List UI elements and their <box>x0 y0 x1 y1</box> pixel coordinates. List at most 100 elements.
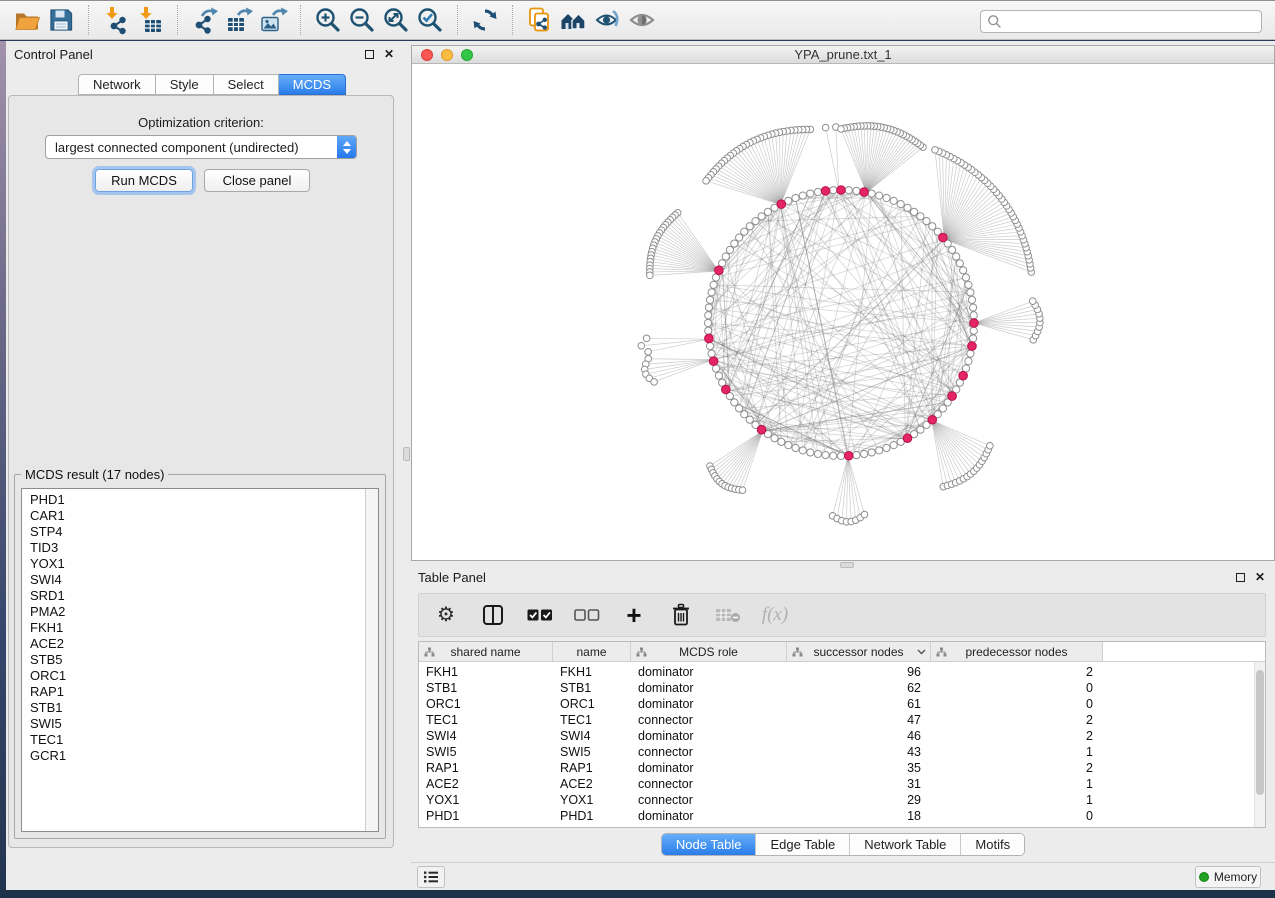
ring-node[interactable] <box>853 452 860 459</box>
mcds-node[interactable] <box>705 334 714 343</box>
ring-node[interactable] <box>904 204 911 211</box>
ring-node[interactable] <box>949 246 956 253</box>
ring-node[interactable] <box>965 358 972 365</box>
mcds-node[interactable] <box>821 187 830 196</box>
search-input[interactable] <box>1002 13 1261 31</box>
leaf-node[interactable] <box>647 272 654 279</box>
ring-node[interactable] <box>799 447 806 454</box>
result-list-item[interactable]: RAP1 <box>22 684 378 700</box>
cell-predecessor_nodes[interactable]: 2 <box>931 761 1103 775</box>
result-list-item[interactable]: CAR1 <box>22 508 378 524</box>
ring-node[interactable] <box>726 246 733 253</box>
ring-node[interactable] <box>704 319 711 326</box>
mcds-node[interactable] <box>959 371 968 380</box>
cell-predecessor_nodes[interactable]: 1 <box>931 793 1103 807</box>
mcds-node[interactable] <box>928 415 937 424</box>
table-row[interactable]: SWI4SWI4dominator462 <box>419 728 1265 744</box>
cell-mcds_role[interactable]: connector <box>631 777 787 791</box>
mcds-node[interactable] <box>939 233 948 242</box>
ring-node[interactable] <box>830 187 837 194</box>
close-panel-icon[interactable]: ✕ <box>384 50 394 59</box>
ring-node[interactable] <box>837 452 844 459</box>
ring-node[interactable] <box>785 442 792 449</box>
leaf-node[interactable] <box>651 379 658 386</box>
result-list-item[interactable]: PMA2 <box>22 604 378 620</box>
cell-shared_name[interactable]: SWI5 <box>419 745 553 759</box>
ring-node[interactable] <box>705 312 712 319</box>
result-list-item[interactable]: PHD1 <box>22 492 378 508</box>
ring-node[interactable] <box>917 213 924 220</box>
delete-table-button[interactable] <box>715 602 741 628</box>
column-header-MCDS-role[interactable]: MCDS role <box>631 642 787 661</box>
cell-shared_name[interactable]: ORC1 <box>419 697 553 711</box>
ring-node[interactable] <box>917 426 924 433</box>
criterion-dropdown[interactable]: largest connected component (undirected) <box>45 135 357 159</box>
cell-mcds_role[interactable]: dominator <box>631 729 787 743</box>
table-scrollbar-thumb[interactable] <box>1256 670 1264 795</box>
ring-node[interactable] <box>814 450 821 457</box>
result-list-item[interactable]: STP4 <box>22 524 378 540</box>
ring-node[interactable] <box>960 267 967 274</box>
leaf-node[interactable] <box>739 487 746 494</box>
deselect-all-button[interactable] <box>574 602 600 628</box>
cell-shared_name[interactable]: FKH1 <box>419 665 553 679</box>
ring-node[interactable] <box>752 218 759 225</box>
ring-node[interactable] <box>710 281 717 288</box>
mcds-node[interactable] <box>968 342 977 351</box>
mcds-node[interactable] <box>715 266 724 275</box>
zoom-selected-button[interactable] <box>413 3 447 37</box>
cell-name[interactable]: RAP1 <box>553 761 631 775</box>
ring-node[interactable] <box>845 187 852 194</box>
ring-node[interactable] <box>736 234 743 241</box>
zoom-in-button[interactable] <box>311 3 345 37</box>
leaf-node[interactable] <box>643 335 650 342</box>
save-session-button[interactable] <box>44 3 78 37</box>
ring-node[interactable] <box>706 342 713 349</box>
leaf-node[interactable] <box>932 147 939 154</box>
result-list-item[interactable]: TID3 <box>22 540 378 556</box>
ring-node[interactable] <box>764 208 771 215</box>
ring-node[interactable] <box>746 416 753 423</box>
ring-node[interactable] <box>876 447 883 454</box>
ring-node[interactable] <box>890 197 897 204</box>
ring-node[interactable] <box>708 289 715 296</box>
select-all-button[interactable] <box>527 602 553 628</box>
cell-shared_name[interactable]: SWI4 <box>419 729 553 743</box>
table-row[interactable]: ACE2ACE2connector311 <box>419 776 1265 792</box>
ring-node[interactable] <box>741 228 748 235</box>
result-list-item[interactable]: SRD1 <box>22 588 378 604</box>
ring-node[interactable] <box>970 312 977 319</box>
cell-successor_nodes[interactable]: 61 <box>787 697 931 711</box>
cell-successor_nodes[interactable]: 43 <box>787 745 931 759</box>
ring-node[interactable] <box>970 327 977 334</box>
ring-node[interactable] <box>814 188 821 195</box>
ring-node[interactable] <box>715 372 722 379</box>
table-row[interactable]: PHD1PHD1dominator180 <box>419 808 1265 824</box>
cell-shared_name[interactable]: RAP1 <box>419 761 553 775</box>
ring-node[interactable] <box>868 449 875 456</box>
ring-node[interactable] <box>741 411 748 418</box>
ring-node[interactable] <box>758 213 765 220</box>
horizontal-splitter[interactable] <box>411 561 1275 569</box>
network-graph[interactable] <box>412 64 1274 560</box>
mcds-node[interactable] <box>903 434 912 443</box>
cell-mcds_role[interactable]: connector <box>631 713 787 727</box>
cell-predecessor_nodes[interactable]: 1 <box>931 745 1103 759</box>
cell-shared_name[interactable]: TEC1 <box>419 713 553 727</box>
cell-mcds_role[interactable]: dominator <box>631 761 787 775</box>
cell-mcds_role[interactable]: dominator <box>631 697 787 711</box>
table-row[interactable]: RAP1RAP1dominator352 <box>419 760 1265 776</box>
table-row[interactable]: ORC1ORC1dominator610 <box>419 696 1265 712</box>
ring-node[interactable] <box>822 452 829 459</box>
ring-node[interactable] <box>967 350 974 357</box>
table-row[interactable]: TEC1TEC1connector472 <box>419 712 1265 728</box>
ring-node[interactable] <box>883 444 890 451</box>
mcds-node[interactable] <box>722 385 731 394</box>
leaf-node[interactable] <box>1029 298 1036 305</box>
ring-node[interactable] <box>968 296 975 303</box>
leaf-node[interactable] <box>987 442 994 449</box>
tab-network-table[interactable]: Network Table <box>849 834 960 855</box>
vertical-splitter[interactable] <box>402 41 411 862</box>
close-panel-icon[interactable]: ✕ <box>1255 573 1265 582</box>
new-network-from-selection-button[interactable] <box>523 3 557 37</box>
